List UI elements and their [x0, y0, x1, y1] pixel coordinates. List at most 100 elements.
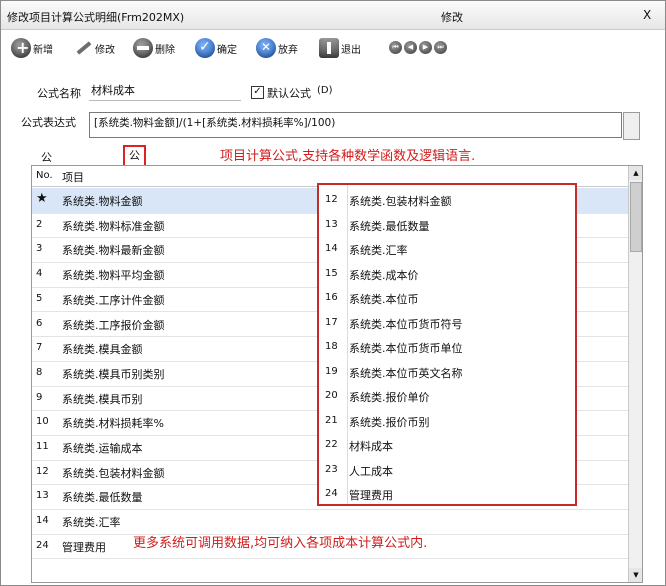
window-mode-title: 修改: [441, 11, 463, 24]
annotation-top: 项目计算公式,支持各种数学函数及逻辑语言.: [220, 149, 476, 164]
popup-row-number: 21: [325, 414, 338, 426]
next-record-icon[interactable]: ▶: [419, 41, 432, 54]
exit-button[interactable]: 退出: [319, 36, 361, 60]
row-item: 系统类.材料损耗率%: [62, 417, 164, 431]
popup-row-item: 系统类.本位币英文名称: [349, 366, 463, 380]
popup-row-number: 22: [325, 439, 338, 450]
exit-button-label: 退出: [341, 44, 361, 56]
popup-row-number: 13: [325, 218, 338, 230]
record-navigator: ⏮ ◀ ▶ ⏭: [389, 41, 447, 54]
first-record-icon[interactable]: ⏮: [389, 41, 402, 54]
function-popup-list: 12 系统类.包装材料金额 13 系统类.最低数量 14 系统类.汇率 15 系统类.成本价 1…: [317, 183, 577, 506]
row-number: 9: [36, 391, 43, 403]
popup-row-item: 系统类.本位币货币符号: [349, 317, 463, 331]
annotation-bottom: 更多系统可调用数据,均可纳入各项成本计算公式内.: [133, 536, 428, 551]
pencil-icon: [73, 38, 93, 58]
discard-button-label: 放弃: [278, 44, 298, 56]
formula-expression-field[interactable]: [系统类.物料金额]/(1+[系统类.材料损耗率%]/100): [89, 112, 622, 138]
row-number: 13: [36, 490, 49, 502]
title-bar: 修改项目计算公式明细(Frm202MX) 修改 X: [1, 1, 665, 30]
default-formula-checkbox[interactable]: ✓: [251, 86, 264, 99]
row-number: 8: [36, 366, 43, 378]
row-number: 11: [36, 441, 49, 452]
edit-button[interactable]: 修改: [73, 36, 115, 60]
row-item: 系统类.模具币别类别: [62, 367, 165, 381]
add-button[interactable]: 新增: [11, 36, 53, 60]
scroll-down-icon[interactable]: ▼: [629, 568, 642, 582]
popup-row-item: 系统类.本位币: [349, 293, 419, 306]
row-number: 4: [36, 268, 43, 280]
row-item: 系统类.工序计件金额: [62, 293, 165, 307]
row-item: 系统类.物料标准金额: [62, 219, 165, 233]
popup-list-item[interactable]: 24 管理费用: [319, 482, 575, 507]
delete-button-label: 删除: [155, 44, 175, 56]
row-item: 系统类.工序报价金额: [62, 318, 165, 332]
row-item: 系统类.汇率: [62, 516, 121, 530]
popup-list-item[interactable]: 18 系统类.本位币货币单位: [319, 335, 575, 360]
popup-row-item: 材料成本: [349, 440, 393, 453]
popup-list-item[interactable]: 14 系统类.汇率: [319, 237, 575, 262]
popup-row-item: 系统类.最低数量: [349, 219, 430, 233]
popup-list-item[interactable]: 12 系统类.包装材料金额: [319, 188, 575, 213]
popup-list-item[interactable]: 23 人工成本: [319, 458, 575, 483]
popup-list-item[interactable]: 17 系统类.本位币货币符号: [319, 311, 575, 336]
row-item: 系统类.模具币别: [62, 392, 143, 406]
toolbar: 新增 修改 删除 确定 放弃 退出 ⏮ ◀ ▶ ⏭: [1, 31, 665, 65]
popup-row-number: 19: [325, 365, 338, 377]
row-item: 系统类.运输成本: [62, 442, 143, 455]
popup-row-number: 12: [325, 194, 338, 205]
row-item: 系统类.模具金额: [62, 343, 143, 357]
discard-button[interactable]: 放弃: [256, 36, 298, 60]
last-record-icon[interactable]: ⏭: [434, 41, 447, 54]
row-item: 系统类.物料平均金额: [62, 269, 165, 283]
header-no: No.: [36, 170, 53, 181]
close-button[interactable]: X: [643, 8, 651, 22]
popup-row-item: 系统类.本位币货币单位: [349, 342, 463, 355]
popup-list-item[interactable]: 21 系统类.报价币别: [319, 409, 575, 434]
row-item: 系统类.物料金额: [62, 195, 143, 208]
expression-scrollbar[interactable]: [623, 112, 640, 140]
dialog-window: 修改项目计算公式明细(Frm202MX) 修改 X 新增 修改 删除 确定 放弃…: [0, 0, 666, 586]
add-button-label: 新增: [33, 44, 53, 56]
previous-record-icon[interactable]: ◀: [404, 41, 417, 54]
window-title: 修改项目计算公式明细(Frm202MX): [7, 11, 185, 24]
table-row[interactable]: 14 系统类.汇率: [32, 509, 628, 535]
header-item: 项目: [62, 171, 84, 184]
popup-list-item[interactable]: 22 材料成本: [319, 433, 575, 458]
formula-expression-label: 公式表达式: [21, 116, 76, 129]
row-number: 12: [36, 465, 49, 477]
formula-name-field[interactable]: 材料成本: [89, 82, 241, 101]
popup-row-item: 人工成本: [349, 464, 393, 478]
minus-circle-icon: [133, 38, 153, 58]
row-item: 系统类.包装材料金额: [62, 466, 165, 480]
row-number: 6: [36, 317, 43, 329]
popup-list-item[interactable]: 15 系统类.成本价: [319, 262, 575, 287]
popup-row-item: 系统类.成本价: [349, 268, 419, 282]
grid-scrollbar[interactable]: ▲ ▼: [628, 166, 642, 582]
x-circle-icon: [256, 38, 276, 58]
current-row-star-icon: ★: [36, 191, 48, 206]
confirm-button[interactable]: 确定: [195, 36, 237, 60]
popup-row-number: 14: [325, 243, 338, 254]
popup-row-number: 16: [325, 292, 338, 303]
row-number: 2: [36, 218, 43, 230]
scroll-thumb[interactable]: [630, 182, 642, 252]
confirm-button-label: 确定: [217, 44, 237, 56]
formula-name-label: 公式名称: [37, 87, 81, 100]
add-circle-icon: [11, 38, 31, 58]
delete-button[interactable]: 删除: [133, 36, 175, 60]
exit-icon: [319, 38, 339, 58]
row-number: 24: [36, 539, 49, 551]
popup-row-number: 20: [325, 390, 338, 401]
popup-row-item: 系统类.汇率: [349, 244, 408, 257]
popup-list-item[interactable]: 19 系统类.本位币英文名称: [319, 360, 575, 385]
popup-row-number: 23: [325, 463, 338, 475]
row-number: 3: [36, 243, 43, 255]
check-circle-icon: [195, 38, 215, 58]
popup-list-item[interactable]: 16 系统类.本位币: [319, 286, 575, 311]
popup-row-number: 24: [325, 488, 338, 499]
popup-list-item[interactable]: 20 系统类.报价单价: [319, 384, 575, 409]
scroll-up-icon[interactable]: ▲: [629, 166, 642, 180]
popup-row-item: 系统类.报价币别: [349, 415, 430, 429]
popup-list-item[interactable]: 13 系统类.最低数量: [319, 213, 575, 238]
